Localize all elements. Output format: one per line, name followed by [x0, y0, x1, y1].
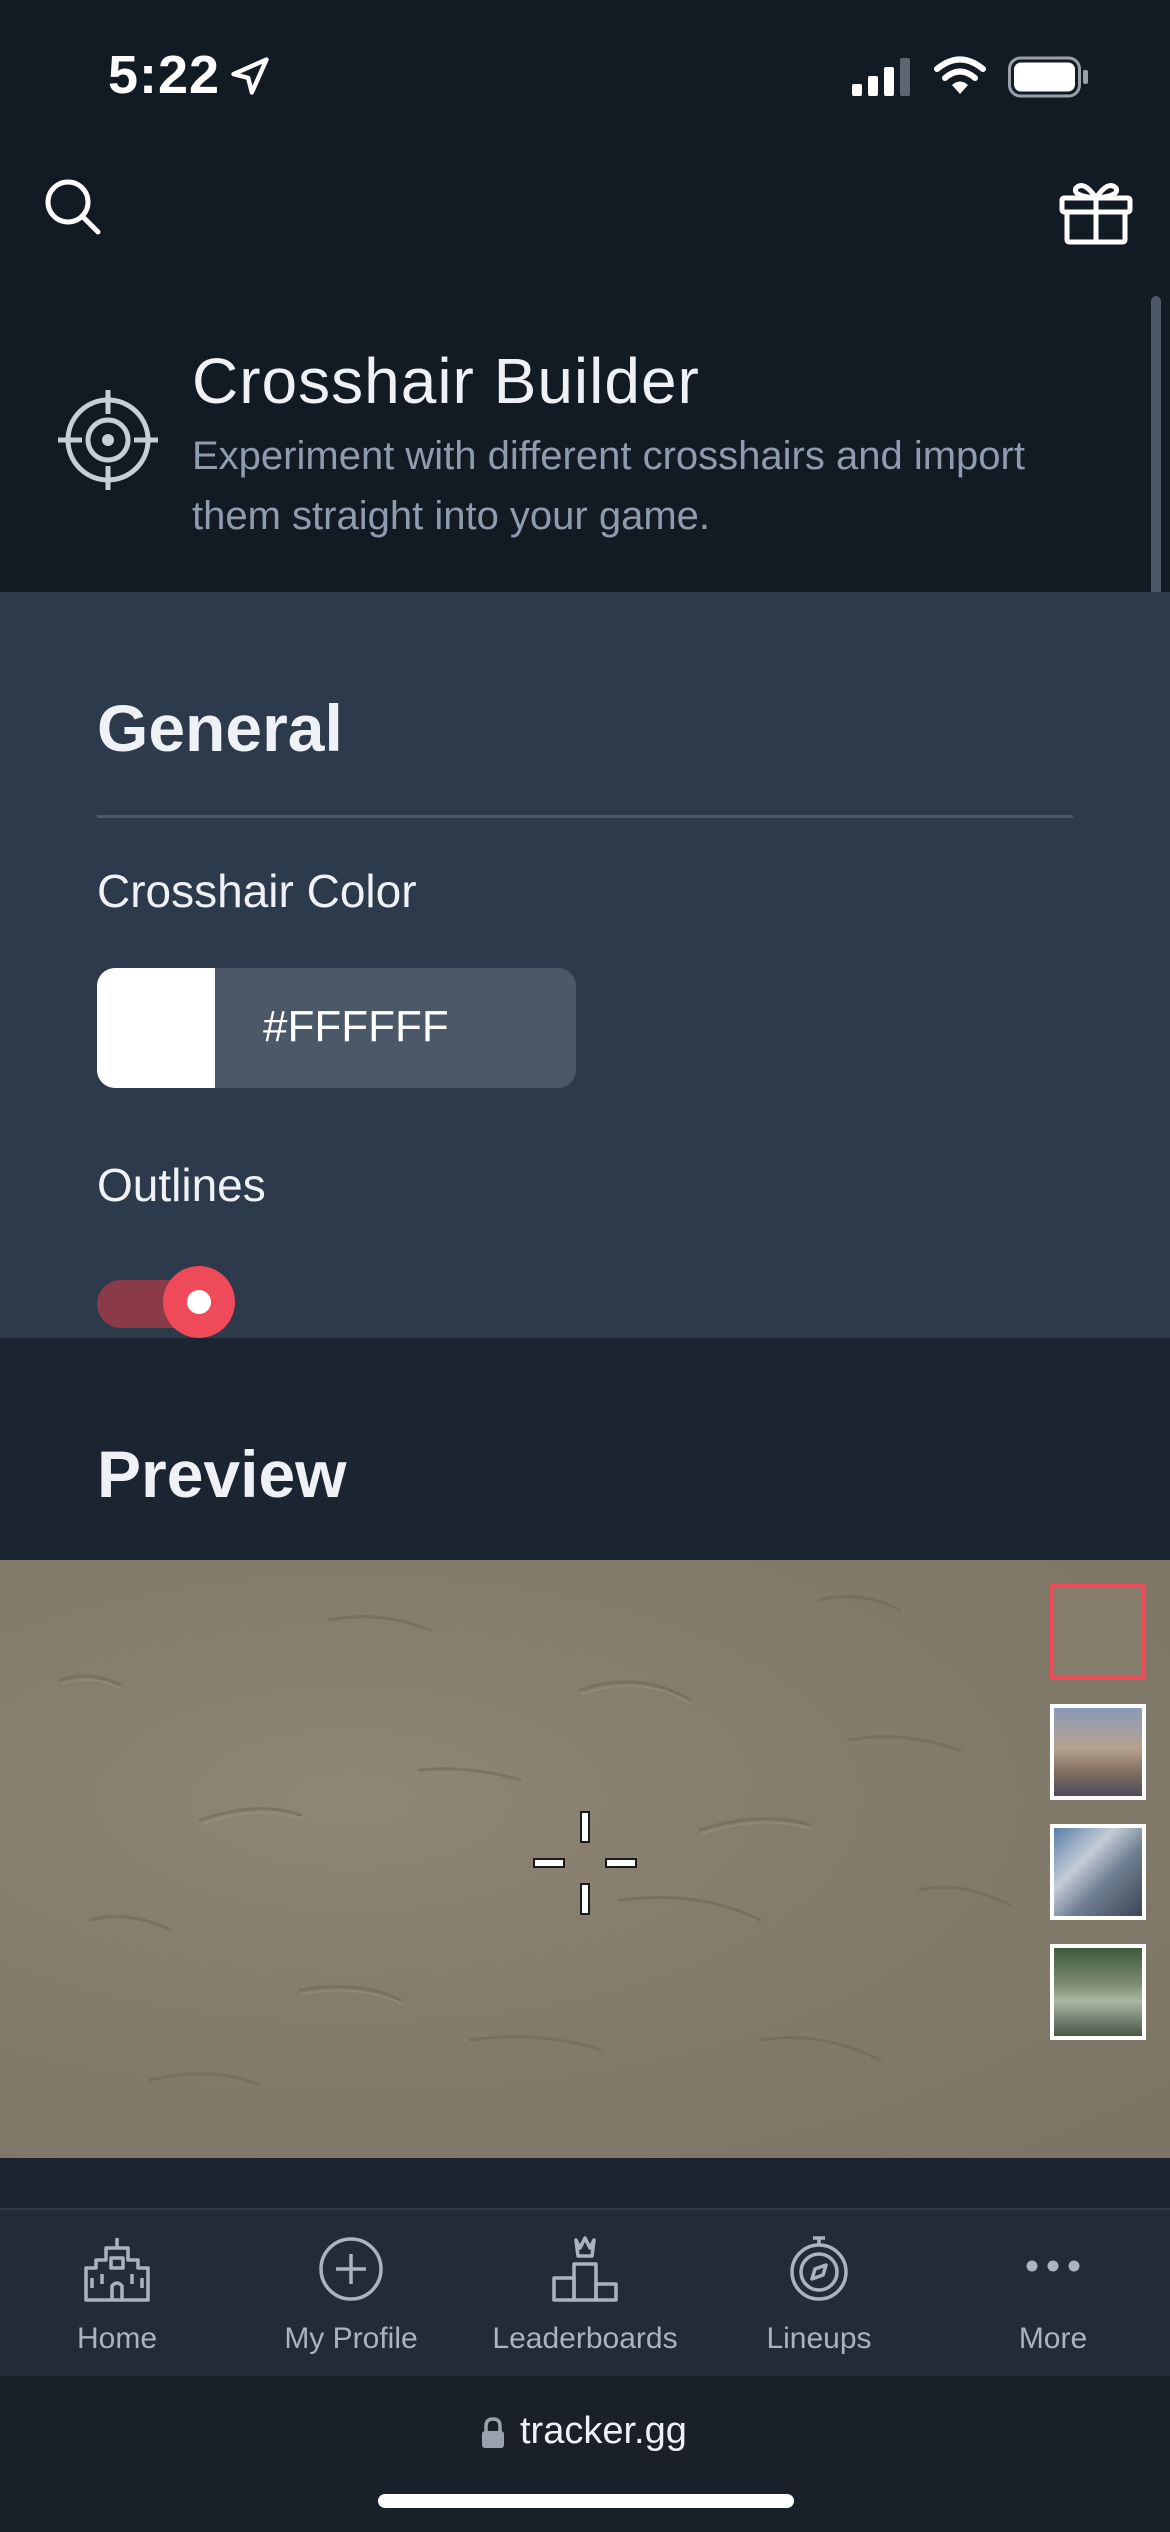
section-divider: [97, 815, 1073, 818]
bottom-navigation: Home My Profile Leaderboards Lineups Mor…: [0, 2208, 1170, 2376]
outlines-label: Outlines: [97, 1159, 266, 1211]
url-text[interactable]: tracker.gg: [520, 2410, 687, 2453]
podium-icon: [552, 2236, 618, 2302]
map-thumb-1[interactable]: [1050, 1704, 1146, 1800]
gift-icon[interactable]: [1058, 178, 1134, 246]
home-indicator[interactable]: [378, 2494, 794, 2508]
cellular-signal-icon: [852, 58, 910, 96]
content-spacer: [0, 2158, 1170, 2208]
nav-my-profile[interactable]: My Profile: [234, 2210, 468, 2378]
outlines-toggle[interactable]: [97, 1262, 237, 1338]
top-bar: [0, 150, 1170, 280]
page-title: Crosshair Builder: [192, 345, 700, 417]
nav-home-label: Home: [76, 2322, 158, 2355]
page-subtitle: Experiment with different crosshairs and…: [192, 434, 1025, 538]
preview-section: Preview: [0, 1338, 1170, 1560]
nav-home[interactable]: Home: [0, 2210, 234, 2378]
battery-icon: [1008, 56, 1088, 98]
status-bar: 5:22: [0, 0, 1170, 150]
lock-icon: [482, 2417, 504, 2448]
nav-my-profile-label: My Profile: [284, 2322, 418, 2355]
map-thumb-3[interactable]: [1050, 1944, 1146, 2040]
toggle-knob: [163, 1266, 235, 1338]
wifi-icon: [934, 56, 986, 94]
nav-more[interactable]: More: [936, 2210, 1170, 2378]
general-heading: General: [97, 691, 343, 765]
color-swatch[interactable]: [97, 968, 215, 1088]
crosshair-preview-icon: [533, 1811, 637, 1915]
nav-leaderboards-label: Leaderboards: [492, 2322, 678, 2355]
general-section: General Crosshair Color #FFFFFF Outlines: [0, 592, 1170, 1338]
plus-circle-icon: [319, 2237, 383, 2301]
nav-lineups-label: Lineups: [766, 2322, 872, 2355]
page-header: Crosshair Builder Experiment with differ…: [0, 280, 1170, 592]
crosshair-color-label: Crosshair Color: [97, 865, 417, 917]
nav-lineups[interactable]: Lineups: [702, 2210, 936, 2378]
more-dots-icon: [1026, 2260, 1080, 2272]
crosshair-color-field[interactable]: #FFFFFF: [97, 968, 576, 1088]
nav-more-label: More: [1018, 2322, 1088, 2355]
castle-icon: [84, 2238, 150, 2302]
browser-url-bar[interactable]: tracker.gg: [0, 2376, 1170, 2532]
nav-leaderboards[interactable]: Leaderboards: [468, 2210, 702, 2378]
map-thumb-plain[interactable]: [1050, 1584, 1146, 1680]
preview-heading: Preview: [97, 1437, 347, 1511]
crosshair-preview-canvas: [0, 1560, 1170, 2158]
location-arrow-icon: [231, 57, 269, 95]
status-time: 5:22: [108, 45, 221, 105]
color-hex-value[interactable]: #FFFFFF: [263, 1002, 449, 1052]
search-icon[interactable]: [40, 174, 106, 240]
crosshair-logo-icon: [58, 390, 158, 490]
map-thumb-2[interactable]: [1050, 1824, 1146, 1920]
compass-icon: [790, 2236, 848, 2301]
